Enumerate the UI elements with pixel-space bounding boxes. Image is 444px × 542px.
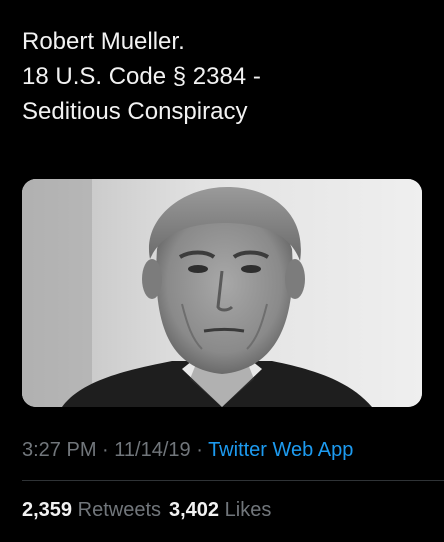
tweet-source-link[interactable]: Twitter Web App — [208, 439, 353, 461]
metadata-separator: · — [190, 439, 209, 461]
likes-stat[interactable]: 3,402 Likes — [169, 499, 271, 521]
portrait-photo — [22, 179, 422, 407]
metadata-separator: · — [96, 439, 115, 461]
tweet-photo[interactable] — [22, 179, 422, 407]
tweet-date: 11/14/19 — [114, 439, 191, 461]
tweet-time: 3:27 PM — [22, 439, 97, 461]
tweet-detail: Robert Mueller. 18 U.S. Code § 2384 - Se… — [0, 0, 444, 542]
retweets-count: 2,359 — [22, 499, 73, 521]
retweets-label: Retweets — [77, 499, 161, 521]
divider — [22, 480, 444, 481]
tweet-text: Robert Mueller. 18 U.S. Code § 2384 - Se… — [22, 28, 261, 125]
engagement-stats: 2,359 Retweets 3,402 Likes — [22, 497, 271, 523]
retweets-stat[interactable]: 2,359 Retweets — [22, 499, 161, 521]
tweet-metadata: 3:27 PM · 11/14/19 · Twitter Web App — [22, 437, 353, 463]
likes-label: Likes — [224, 499, 272, 521]
likes-count: 3,402 — [169, 499, 220, 521]
